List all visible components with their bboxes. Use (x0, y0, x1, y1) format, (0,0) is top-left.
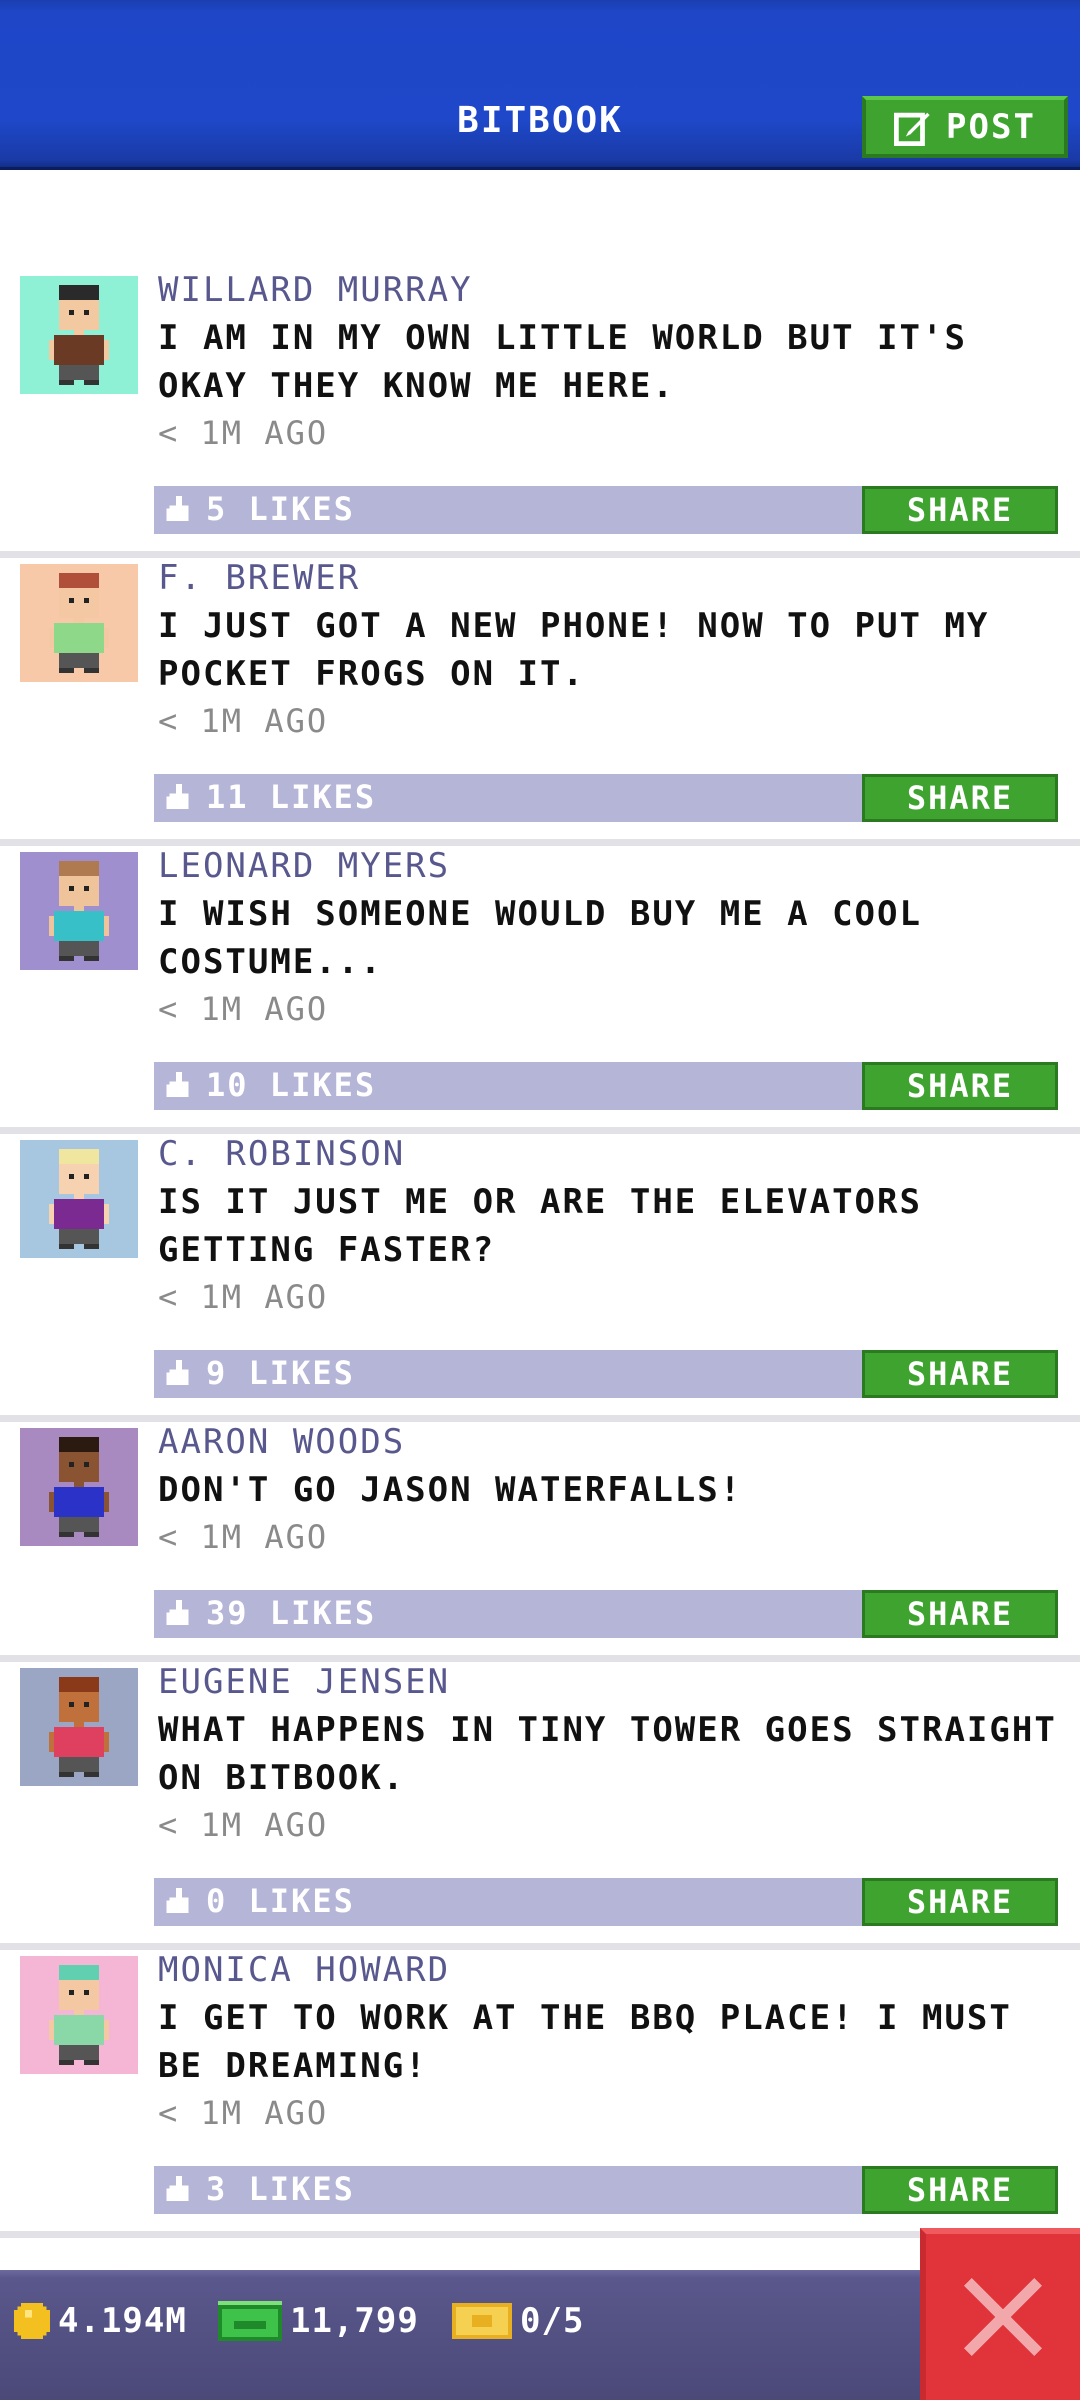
share-button[interactable]: SHARE (862, 1062, 1058, 1110)
thumbs-up-icon (166, 1888, 189, 1913)
avatar-figure (49, 1965, 109, 2065)
post-timestamp: < 1M AGO (158, 990, 329, 1028)
post-author: LEONARD MYERS (158, 846, 451, 886)
post-message: I WISH SOMEONE WOULD BUY ME A COOL COSTU… (158, 894, 922, 982)
feed-list[interactable]: WILLARD MURRAY I AM IN MY OWN LITTLE WOR… (0, 270, 1080, 2238)
post-author: F. BREWER (158, 558, 361, 598)
thumbs-up-icon (166, 2176, 189, 2201)
likes-count: 39 LIKES (206, 1594, 377, 1632)
post-button[interactable]: POST (862, 96, 1068, 158)
feed-post: WILLARD MURRAY I AM IN MY OWN LITTLE WOR… (0, 270, 1080, 558)
thumbs-up-icon (166, 496, 189, 521)
like-bar[interactable]: 39 LIKES SHARE (154, 1590, 1058, 1638)
avatar[interactable] (20, 852, 138, 970)
bux-icon (218, 2301, 282, 2341)
tickets-value: 0/5 (520, 2301, 585, 2341)
likes-count: 0 LIKES (206, 1882, 355, 1920)
avatar-figure (49, 1437, 109, 1537)
post-message: I GET TO WORK AT THE BBQ PLACE! I MUST B… (158, 1998, 1012, 2086)
share-button[interactable]: SHARE (862, 2166, 1058, 2214)
avatar[interactable] (20, 1428, 138, 1546)
bux-stat: 11,799 (218, 2296, 419, 2346)
avatar-figure (49, 573, 109, 673)
coins-value: 4.194M (58, 2301, 187, 2341)
close-icon (964, 2278, 1042, 2356)
ticket-icon (452, 2303, 512, 2339)
avatar[interactable] (20, 1140, 138, 1258)
bux-value: 11,799 (290, 2301, 419, 2341)
edit-icon (894, 112, 930, 146)
avatar-figure (49, 1149, 109, 1249)
likes-count: 11 LIKES (206, 778, 377, 816)
coin-icon (14, 2303, 50, 2339)
feed-post: C. ROBINSON IS IT JUST ME OR ARE THE ELE… (0, 1134, 1080, 1422)
status-bar: 4.194M 11,799 0/5 (0, 2270, 1080, 2400)
likes-count: 9 LIKES (206, 1354, 355, 1392)
like-bar[interactable]: 11 LIKES SHARE (154, 774, 1058, 822)
thumbs-up-icon (166, 1072, 189, 1097)
like-bar[interactable]: 3 LIKES SHARE (154, 2166, 1058, 2214)
feed-post: F. BREWER I JUST GOT A NEW PHONE! NOW TO… (0, 558, 1080, 846)
feed-post: MONICA HOWARD I GET TO WORK AT THE BBQ P… (0, 1950, 1080, 2238)
thumbs-up-icon (166, 1600, 189, 1625)
post-author: AARON WOODS (158, 1422, 406, 1462)
post-timestamp: < 1M AGO (158, 2094, 329, 2132)
avatar[interactable] (20, 1668, 138, 1786)
post-timestamp: < 1M AGO (158, 414, 329, 452)
like-bar[interactable]: 10 LIKES SHARE (154, 1062, 1058, 1110)
post-timestamp: < 1M AGO (158, 1278, 329, 1316)
post-message: DON'T GO JASON WATERFALLS! (158, 1470, 743, 1510)
feed-post: AARON WOODS DON'T GO JASON WATERFALLS! <… (0, 1422, 1080, 1662)
share-button[interactable]: SHARE (862, 774, 1058, 822)
post-message: I AM IN MY OWN LITTLE WORLD BUT IT'S OKA… (158, 318, 967, 406)
avatar[interactable] (20, 564, 138, 682)
share-button[interactable]: SHARE (862, 486, 1058, 534)
post-button-label: POST (946, 107, 1036, 147)
like-bar[interactable]: 0 LIKES SHARE (154, 1878, 1058, 1926)
likes-count: 5 LIKES (206, 490, 355, 528)
post-message: WHAT HAPPENS IN TINY TOWER GOES STRAIGHT… (158, 1710, 1057, 1798)
avatar[interactable] (20, 1956, 138, 2074)
like-bar[interactable]: 9 LIKES SHARE (154, 1350, 1058, 1398)
likes-count: 10 LIKES (206, 1066, 377, 1104)
post-message: I JUST GOT A NEW PHONE! NOW TO PUT MY PO… (158, 606, 990, 694)
share-button[interactable]: SHARE (862, 1590, 1058, 1638)
app-header: BITBOOK POST (0, 0, 1080, 170)
share-button[interactable]: SHARE (862, 1350, 1058, 1398)
post-message: IS IT JUST ME OR ARE THE ELEVATORS GETTI… (158, 1182, 922, 1270)
post-author: C. ROBINSON (158, 1134, 406, 1174)
post-author: MONICA HOWARD (158, 1950, 451, 1990)
like-bar[interactable]: 5 LIKES SHARE (154, 486, 1058, 534)
coins-stat: 4.194M (14, 2296, 187, 2346)
close-button[interactable] (920, 2228, 1080, 2400)
avatar-figure (49, 285, 109, 385)
post-timestamp: < 1M AGO (158, 1806, 329, 1844)
thumbs-up-icon (166, 784, 189, 809)
avatar[interactable] (20, 276, 138, 394)
thumbs-up-icon (166, 1360, 189, 1385)
feed-post: EUGENE JENSEN WHAT HAPPENS IN TINY TOWER… (0, 1662, 1080, 1950)
likes-count: 3 LIKES (206, 2170, 355, 2208)
post-author: EUGENE JENSEN (158, 1662, 451, 1702)
post-timestamp: < 1M AGO (158, 1518, 329, 1556)
avatar-figure (49, 861, 109, 961)
post-timestamp: < 1M AGO (158, 702, 329, 740)
feed-post: LEONARD MYERS I WISH SOMEONE WOULD BUY M… (0, 846, 1080, 1134)
tickets-stat: 0/5 (452, 2296, 584, 2346)
avatar-figure (49, 1677, 109, 1777)
share-button[interactable]: SHARE (862, 1878, 1058, 1926)
post-author: WILLARD MURRAY (158, 270, 473, 310)
